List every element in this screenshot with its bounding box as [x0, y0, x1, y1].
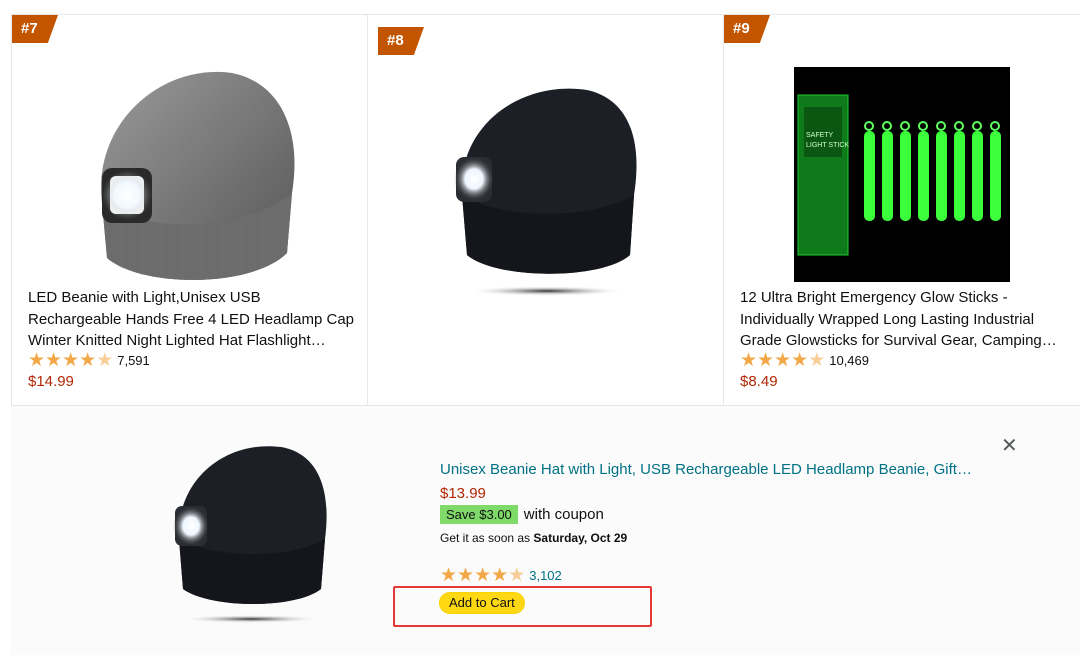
product-card-7[interactable]: #7 LED Beanie with Light,Unisex USB Rech…: [11, 15, 368, 405]
product-price: $8.49: [740, 373, 778, 390]
rating-count[interactable]: 10,469: [829, 353, 869, 368]
product-image-black-beanie[interactable]: [452, 85, 642, 300]
star-rating-icon: ★ ★ ★ ★ ★: [28, 350, 114, 371]
rating-count[interactable]: 3,102: [529, 568, 562, 583]
product-card-8[interactable]: #8: [368, 15, 724, 405]
product-card-9[interactable]: #9 SAFETY LIGHT STICK 12 Ultra Bright Em…: [724, 15, 1080, 405]
coupon-row: Save $3.00 with coupon: [440, 505, 604, 524]
product-image-gray-beanie[interactable]: [82, 63, 302, 285]
close-icon[interactable]: ✕: [1001, 433, 1018, 458]
product-title[interactable]: 12 Ultra Bright Emergency Glow Sticks - …: [740, 287, 1070, 352]
product-image-glow-sticks[interactable]: SAFETY LIGHT STICK: [794, 67, 1010, 282]
box-text: SAFETY: [806, 132, 834, 139]
product-title[interactable]: LED Beanie with Light,Unisex USB Recharg…: [28, 287, 358, 352]
box-text: LIGHT STICK: [806, 142, 849, 149]
popover-product-image[interactable]: [171, 444, 331, 626]
add-to-cart-button[interactable]: Add to Cart: [439, 592, 525, 614]
popover-product-title[interactable]: Unisex Beanie Hat with Light, USB Rechar…: [440, 461, 972, 478]
star-rating-icon: ★ ★ ★ ★ ★: [740, 350, 826, 371]
product-grid: #7 LED Beanie with Light,Unisex USB Rech…: [11, 15, 1080, 405]
quick-view-panel: ✕ Unisex Beanie Hat with Light, USB Rech…: [11, 405, 1080, 655]
delivery-date: Saturday, Oct 29: [533, 531, 628, 545]
coupon-badge: Save $3.00: [440, 505, 518, 524]
product-rating[interactable]: ★ ★ ★ ★ ★ 10,469: [740, 351, 869, 370]
rank-badge: #9: [724, 15, 770, 43]
product-rating[interactable]: ★ ★ ★ ★ ★ 7,591: [28, 351, 150, 370]
delivery-prefix: Get it as soon as: [440, 531, 534, 545]
coupon-text: with coupon: [523, 506, 604, 523]
rating-count[interactable]: 7,591: [117, 353, 150, 368]
rank-badge: #8: [378, 27, 424, 55]
popover-price: $13.99: [440, 485, 486, 502]
rank-badge: #7: [12, 15, 58, 43]
delivery-info: Get it as soon as Saturday, Oct 29: [440, 531, 627, 545]
popover-rating[interactable]: ★ ★ ★ ★ ★ 3,102: [440, 566, 562, 585]
product-price: $14.99: [28, 373, 74, 390]
star-rating-icon: ★ ★ ★ ★ ★: [440, 565, 526, 586]
